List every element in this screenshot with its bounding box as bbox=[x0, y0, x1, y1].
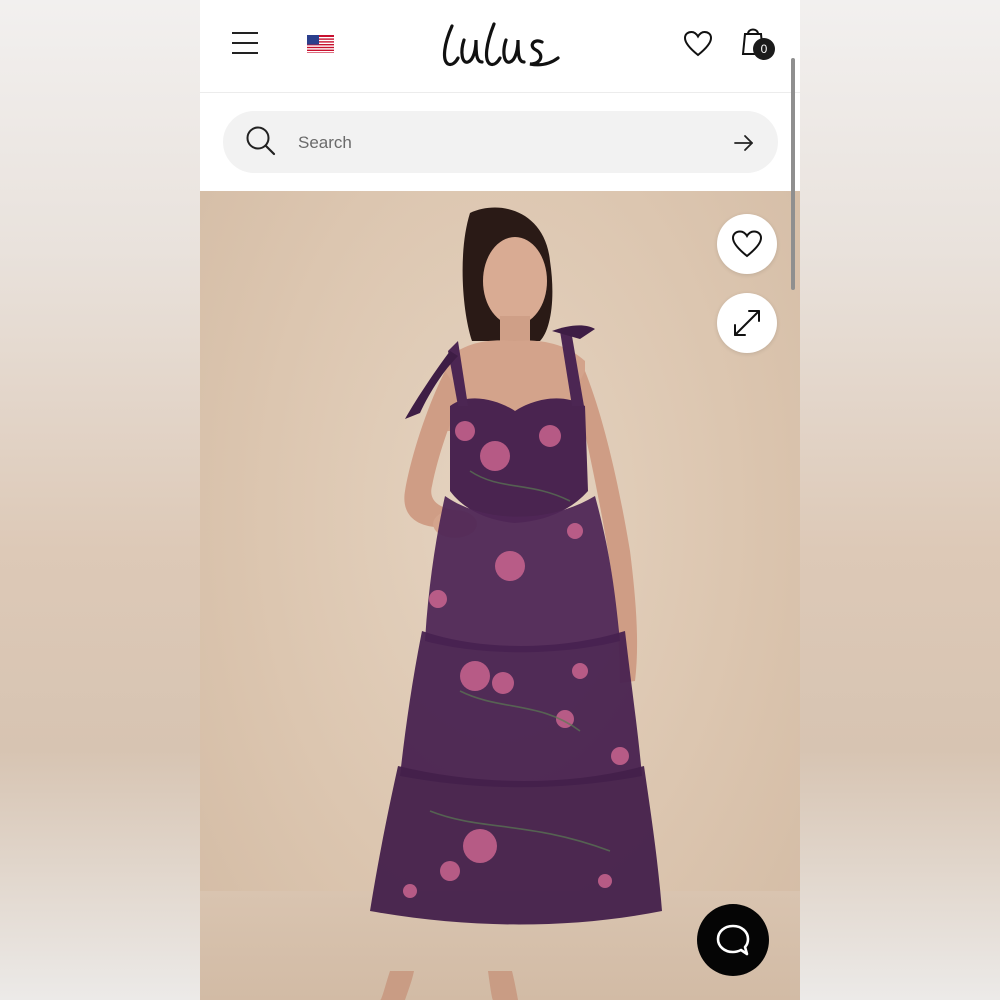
product-image[interactable] bbox=[200, 191, 800, 1000]
model-photo bbox=[370, 207, 662, 1000]
heart-icon bbox=[731, 230, 763, 258]
logo-script bbox=[442, 22, 560, 67]
chat-button[interactable] bbox=[697, 904, 769, 976]
site-header: lulus 0 bbox=[200, 0, 800, 93]
cart-count-badge: 0 bbox=[753, 38, 775, 60]
heart-icon[interactable] bbox=[682, 28, 714, 60]
search-icon bbox=[246, 126, 276, 156]
search-bar[interactable] bbox=[223, 111, 778, 173]
arrow-right-icon[interactable] bbox=[733, 132, 755, 154]
image-expand-button[interactable] bbox=[717, 293, 777, 353]
right-backdrop bbox=[800, 0, 1000, 1000]
menu-icon-bar bbox=[232, 32, 258, 34]
mobile-page: lulus 0 bbox=[200, 0, 800, 1000]
menu-icon-bar bbox=[232, 42, 258, 44]
image-favorite-button[interactable] bbox=[717, 214, 777, 274]
menu-button[interactable] bbox=[232, 30, 260, 56]
chat-bubble-icon bbox=[716, 924, 750, 956]
expand-icon bbox=[734, 310, 760, 336]
search-input[interactable] bbox=[296, 129, 720, 157]
menu-icon-bar bbox=[232, 52, 258, 54]
left-backdrop bbox=[0, 0, 200, 1000]
page-scrollbar[interactable] bbox=[791, 58, 795, 290]
us-flag-icon[interactable] bbox=[307, 35, 334, 53]
lulus-logo[interactable]: lulus bbox=[430, 16, 570, 76]
